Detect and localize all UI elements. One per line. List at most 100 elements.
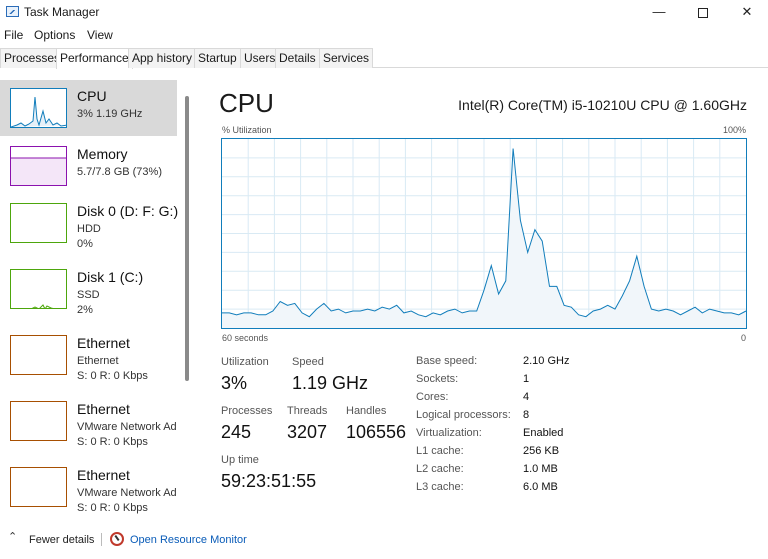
disk0-thumbnail-graph (10, 203, 67, 243)
tab-processes[interactable]: Processes (0, 48, 65, 68)
menu-view[interactable]: View (87, 28, 113, 42)
info-key: Virtualization: (416, 427, 482, 439)
graph-time-span-label: 60 seconds (222, 333, 269, 343)
chevron-up-icon[interactable]: ⌃ (8, 530, 17, 543)
handles-value: 106556 (346, 422, 407, 442)
sidebar-item-title: Disk 1 (C:) (77, 269, 144, 285)
menu-options[interactable]: Options (34, 28, 75, 42)
tab-startup[interactable]: Startup (194, 48, 241, 68)
tab-details[interactable]: Details (275, 48, 320, 68)
uptime-value: 59:23:51:55 (221, 471, 317, 491)
sidebar-item-value: 2% (77, 304, 93, 316)
sidebar-item-title: Ethernet (77, 401, 130, 417)
sidebar-item-subtitle: 5.7/7.8 GB (73%) (77, 166, 162, 178)
tab-app-history[interactable]: App history (128, 48, 197, 68)
threads-label: Threads (287, 405, 328, 417)
sidebar-item-subtitle: Ethernet (77, 355, 119, 367)
info-value: 4 (523, 391, 530, 403)
sidebar-item-subtitle: SSD (77, 289, 100, 301)
info-row-sockets: Sockets: 1 (416, 373, 616, 391)
ethernet-thumbnail-graph (10, 467, 67, 507)
threads-value: 3207 (287, 422, 328, 442)
sidebar-item-cpu[interactable]: CPU 3% 1.19 GHz (0, 80, 177, 136)
tab-performance[interactable]: Performance (56, 48, 133, 69)
info-row-l3-cache: L3 cache: 6.0 MB (416, 481, 616, 499)
info-value: Enabled (523, 427, 564, 439)
close-button[interactable]: ✕ (724, 0, 768, 24)
ethernet-thumbnail-graph (10, 335, 67, 375)
open-resource-monitor-link[interactable]: Open Resource Monitor (130, 534, 247, 546)
footer-divider (101, 533, 102, 546)
sidebar-item-ethernet-3[interactable]: Ethernet VMware Network Ad S: 0 R: 0 Kbp… (0, 459, 177, 515)
title-bar: Task Manager — ✕ (0, 0, 768, 24)
processes-value: 245 (221, 422, 252, 442)
sidebar-item-subtitle: VMware Network Ad (77, 487, 177, 499)
sidebar-item-ethernet-2[interactable]: Ethernet VMware Network Ad S: 0 R: 0 Kbp… (0, 393, 177, 449)
cpu-model-name: Intel(R) Core(TM) i5-10210U CPU @ 1.60GH… (458, 97, 747, 113)
info-row-l1-cache: L1 cache: 256 KB (416, 445, 616, 463)
sidebar-item-subtitle: HDD (77, 223, 101, 235)
info-row-l2-cache: L2 cache: 1.0 MB (416, 463, 616, 481)
processes-label: Processes (221, 405, 273, 417)
window-title: Task Manager (24, 5, 100, 19)
info-row-logical-processors: Logical processors: 8 (416, 409, 616, 427)
info-row-cores: Cores: 4 (416, 391, 616, 409)
sidebar-item-value: S: 0 R: 0 Kbps (77, 370, 148, 382)
utilization-max-label: 100% (722, 125, 746, 135)
menu-bar: File Options View (0, 26, 768, 44)
cpu-utilization-graph (221, 138, 747, 329)
info-value: 1 (523, 373, 530, 385)
speed-value: 1.19 GHz (292, 373, 369, 393)
tab-bar: Processes Performance App history Startu… (0, 48, 768, 69)
disk1-thumbnail-graph (10, 269, 67, 309)
resource-monitor-icon[interactable] (110, 532, 124, 546)
menu-file[interactable]: File (4, 28, 23, 42)
sidebar-item-title: Ethernet (77, 335, 130, 351)
sidebar-item-title: Disk 0 (D: F: G:) (77, 203, 179, 219)
maximize-button[interactable] (680, 0, 726, 24)
info-key: Logical processors: (416, 409, 511, 421)
fewer-details-link[interactable]: Fewer details (29, 534, 94, 546)
sidebar-item-subtitle: 3% 1.19 GHz (77, 108, 143, 120)
sidebar-item-ethernet-1[interactable]: Ethernet Ethernet S: 0 R: 0 Kbps (0, 327, 177, 383)
performance-sidebar: CPU 3% 1.19 GHz Memory 5.7/7.8 GB (73%) … (0, 78, 195, 520)
sidebar-item-memory[interactable]: Memory 5.7/7.8 GB (73%) (0, 138, 177, 194)
sidebar-item-value: 0% (77, 238, 93, 250)
minimize-button[interactable]: — (636, 0, 682, 24)
sidebar-item-title: Memory (77, 146, 128, 162)
info-key: L3 cache: (416, 481, 464, 493)
utilization-value: 3% (221, 373, 248, 393)
info-row-virtualization: Virtualization: Enabled (416, 427, 616, 445)
sidebar-item-disk-1[interactable]: Disk 1 (C:) SSD 2% (0, 261, 177, 317)
info-key: Base speed: (416, 355, 478, 367)
sidebar-item-value: S: 0 R: 0 Kbps (77, 436, 148, 448)
info-key: Cores: (416, 391, 449, 403)
cpu-utilization-chart (222, 139, 747, 328)
sidebar-item-subtitle: VMware Network Ad (77, 421, 177, 433)
page-title: CPU (219, 88, 274, 118)
info-value: 2.10 GHz (523, 355, 570, 367)
sidebar-scrollbar[interactable] (185, 96, 189, 381)
info-value: 6.0 MB (523, 481, 558, 493)
task-manager-icon (6, 6, 19, 17)
sidebar-item-title: CPU (77, 88, 107, 104)
cpu-thumbnail-graph (10, 88, 67, 128)
info-key: L2 cache: (416, 463, 464, 475)
ethernet-thumbnail-graph (10, 401, 67, 441)
uptime-label: Up time (221, 454, 259, 466)
sidebar-item-disk-0[interactable]: Disk 0 (D: F: G:) HDD 0% (0, 195, 179, 251)
handles-label: Handles (346, 405, 387, 417)
graph-time-end-label: 0 (740, 333, 746, 343)
maximize-icon (698, 7, 708, 18)
speed-label: Speed (292, 356, 324, 368)
tab-services[interactable]: Services (319, 48, 374, 68)
sidebar-item-value: S: 0 R: 0 Kbps (77, 502, 148, 514)
sidebar-item-title: Ethernet (77, 467, 130, 483)
info-value: 256 KB (523, 445, 560, 457)
utilization-axis-label: % Utilization (222, 125, 272, 135)
info-key: L1 cache: (416, 445, 464, 457)
info-row-base-speed: Base speed: 2.10 GHz (416, 355, 616, 373)
memory-thumbnail-graph (10, 146, 67, 186)
tab-users[interactable]: Users (240, 48, 280, 68)
footer: ⌃ Fewer details Open Resource Monitor (0, 530, 768, 550)
